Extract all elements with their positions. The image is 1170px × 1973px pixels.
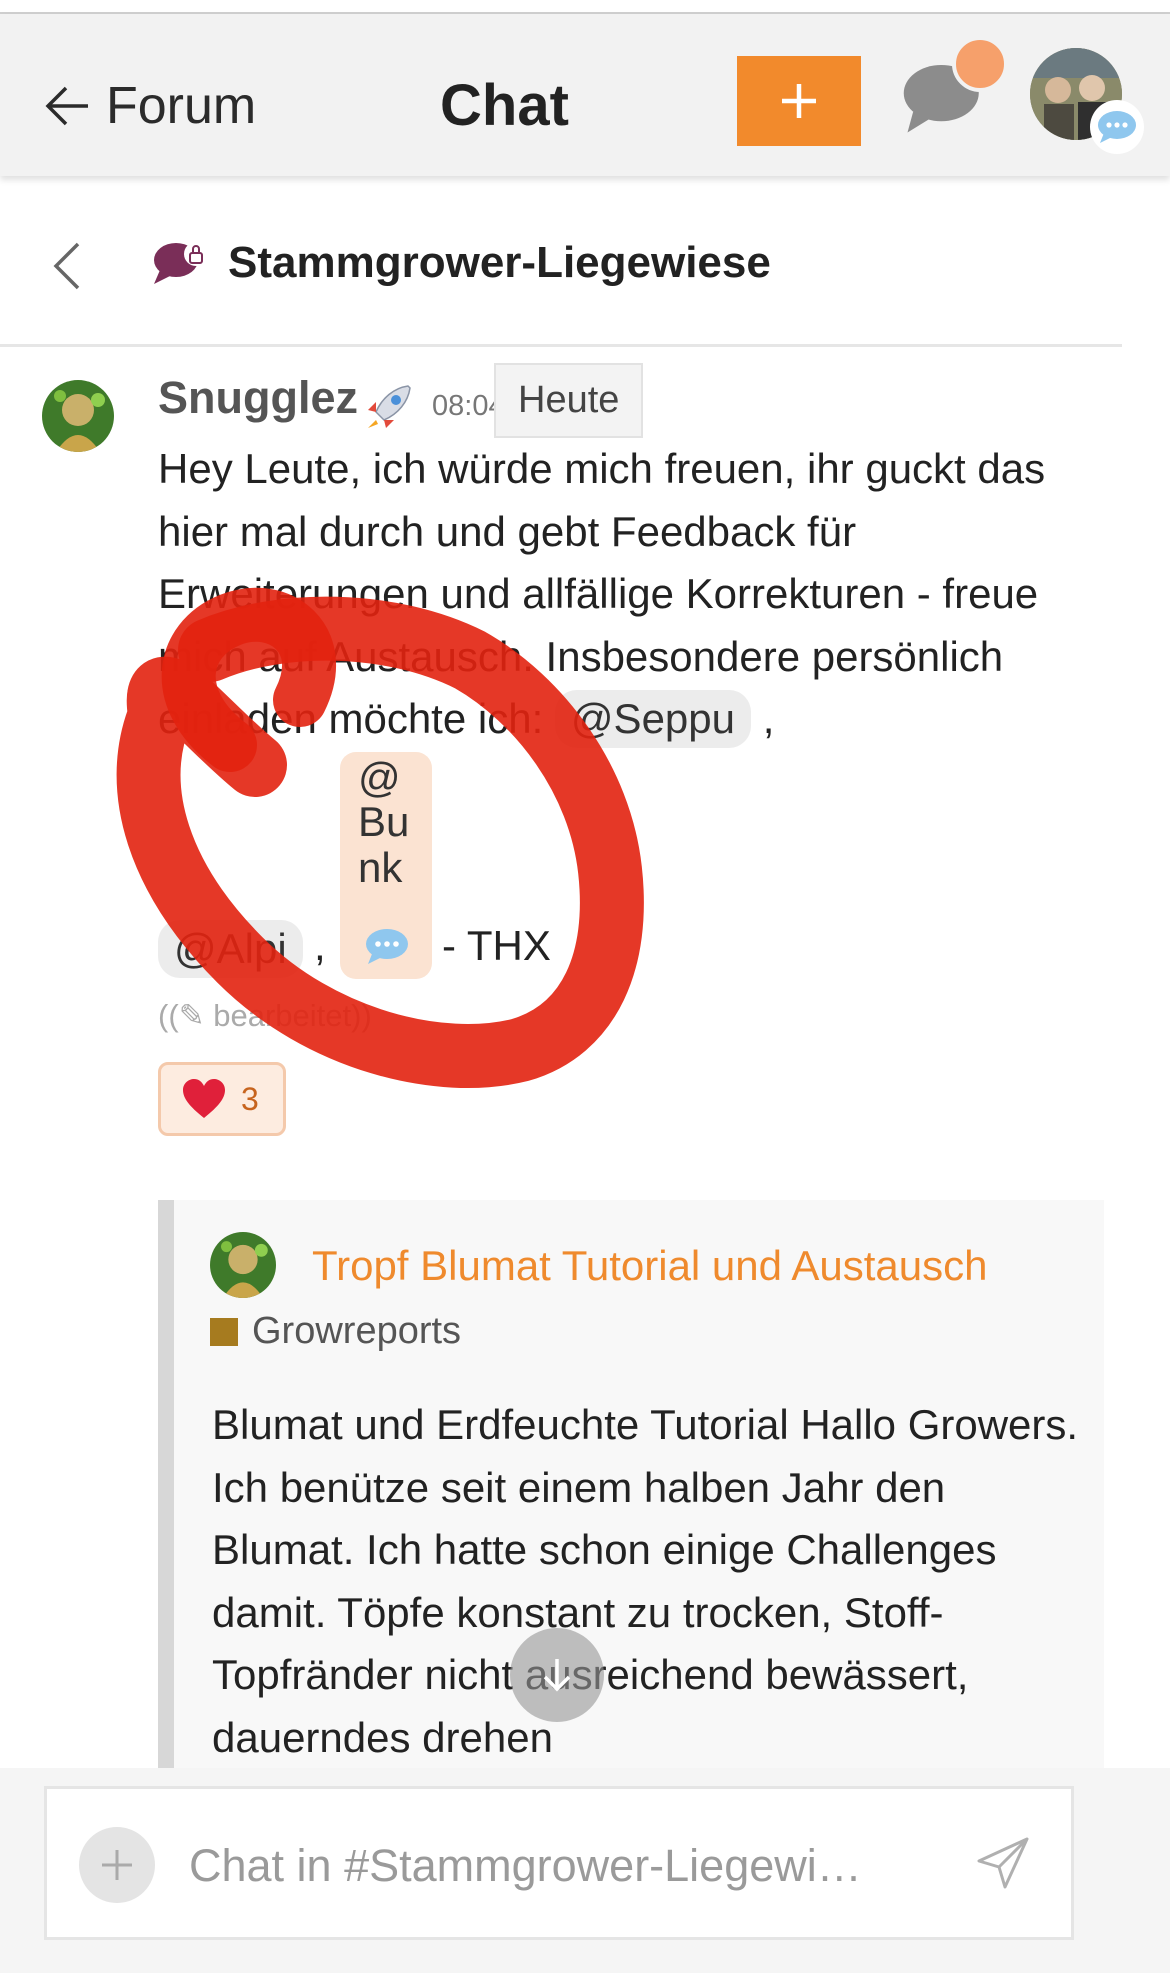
mention-alpi[interactable]: @Alpi (158, 920, 303, 978)
app-header: Forum Chat (0, 14, 1170, 176)
preview-category[interactable]: Growreports (252, 1310, 461, 1353)
composer-add-button[interactable] (79, 1827, 155, 1903)
mention-bunk-line: nk (358, 844, 403, 891)
message-avatar[interactable] (42, 380, 114, 452)
new-button[interactable] (737, 56, 861, 146)
back-label: Forum (106, 77, 257, 135)
notification-dot (952, 36, 1008, 92)
speech-dots-icon (366, 929, 408, 964)
message-text: Hey Leute, ich würde mich freuen, ihr gu… (158, 438, 1058, 751)
status-chat-badge (1090, 100, 1144, 154)
mention-bunk-line: @ (358, 754, 401, 801)
plus-icon (782, 84, 816, 118)
arrow-down-icon (543, 1659, 571, 1692)
mention-bunk-line: Bu (358, 798, 410, 845)
message-time: 08:04 (432, 390, 498, 422)
arrow-left-icon (45, 86, 88, 126)
heart-icon (183, 1079, 225, 1118)
separator-comma: , (314, 922, 326, 969)
plus-icon (102, 1850, 132, 1880)
avatar-image (210, 1232, 276, 1298)
preview-avatar (210, 1232, 276, 1298)
mention-seppu[interactable]: @Seppu (554, 690, 752, 748)
chevron-left-icon[interactable] (48, 236, 88, 296)
send-icon[interactable] (975, 1835, 1031, 1891)
category-color-badge (210, 1318, 238, 1346)
date-tooltip: Heute (494, 363, 644, 438)
channel-bar: Stammgrower-Liegewiese (0, 196, 1122, 347)
rocket-icon (368, 385, 411, 428)
edited-indicator: ((✎ bearbeitet)) (158, 998, 372, 1033)
avatar-image (42, 380, 114, 452)
chat-message-input[interactable] (187, 1827, 931, 1905)
message-username[interactable]: Snugglez (158, 372, 358, 424)
heart-reaction-button[interactable]: 3 (158, 1062, 286, 1136)
preview-excerpt: Blumat und Erdfeuchte Tutorial Hallo Gro… (212, 1401, 1079, 1761)
channel-lock-icon (154, 242, 208, 284)
scroll-to-bottom-button[interactable] (510, 1628, 604, 1722)
mention-bunk[interactable]: @ Bu nk (340, 752, 432, 979)
preview-title-link[interactable]: Tropf Blumat Tutorial und Austausch (312, 1242, 987, 1290)
message-suffix: - THX (442, 922, 551, 969)
page-title: Chat (440, 73, 569, 138)
speech-dots-icon (1098, 111, 1136, 143)
back-to-forum-button[interactable]: Forum (42, 66, 256, 146)
separator-comma: , (762, 695, 775, 742)
chat-composer (44, 1786, 1074, 1940)
channel-name: Stammgrower-Liegewiese (228, 238, 771, 287)
status-strip (0, 0, 1170, 14)
reaction-count: 3 (241, 1080, 259, 1117)
